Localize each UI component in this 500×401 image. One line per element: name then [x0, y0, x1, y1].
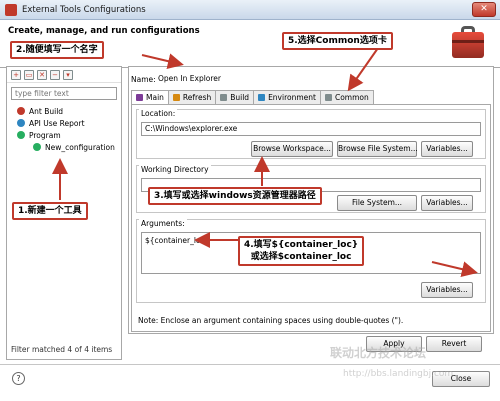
tab-build[interactable]: Build [215, 90, 255, 104]
list-toolbar: + ▭ ✕ − ▾ [7, 67, 121, 83]
toolbox-icon [452, 26, 484, 60]
common-icon [324, 94, 332, 101]
location-variables-button[interactable]: Variables... [421, 141, 473, 157]
tab-environment[interactable]: Environment [253, 90, 321, 104]
arguments-label: Arguments: [139, 219, 187, 228]
main-tab-icon [136, 94, 143, 101]
tab-common[interactable]: Common [319, 90, 374, 104]
name-input[interactable]: Open In Explorer [157, 73, 489, 85]
program-icon [17, 131, 25, 139]
working-directory-label: Working Directory [139, 165, 211, 174]
new-config-icon[interactable]: + [11, 69, 21, 80]
callout-step-4: 4.填写${container_loc} 或选择$container_loc [238, 236, 365, 266]
config-tree: Ant Build API Use Report Program New_con… [11, 105, 121, 153]
window-close-button[interactable]: ✕ [472, 2, 496, 17]
tab-main[interactable]: Main [131, 90, 169, 104]
arguments-note: Note: Enclose an argument containing spa… [138, 316, 404, 325]
environment-icon [258, 94, 266, 101]
arguments-variables-button[interactable]: Variables... [421, 282, 473, 298]
name-row: Name: Open In Explorer [131, 73, 491, 85]
tree-item-new-configuration[interactable]: New_configuration [11, 141, 121, 153]
location-input[interactable]: C:\Windows\explorer.exe [141, 122, 481, 136]
workdir-variables-button[interactable]: Variables... [421, 195, 473, 211]
build-icon [220, 94, 228, 101]
ant-icon [17, 107, 25, 115]
refresh-icon [172, 94, 180, 101]
callout-step-2: 2.随便填写一个名字 [10, 41, 104, 59]
collapse-all-icon[interactable]: − [50, 69, 60, 80]
callout-step-3: 3.填写或选择windows资源管理器路径 [148, 187, 322, 205]
tab-refresh[interactable]: Refresh [167, 90, 217, 104]
tree-item-api-use-report[interactable]: API Use Report [11, 117, 121, 129]
tree-item-program[interactable]: Program [11, 129, 121, 141]
program-icon [33, 143, 41, 151]
app-icon [5, 3, 17, 16]
report-icon [17, 119, 25, 127]
name-label: Name: [131, 74, 156, 84]
tab-bar: Main Refresh Build Environment Common [131, 90, 374, 104]
footer-divider [0, 364, 500, 365]
filter-status: Filter matched 4 of 4 items [11, 345, 113, 354]
window-title: External Tools Configurations [22, 4, 146, 15]
watermark-text: 联动北方技术论坛 [330, 346, 427, 360]
location-group: Location: C:\Windows\explorer.exe Browse… [136, 109, 486, 159]
delete-config-icon[interactable]: ✕ [37, 69, 47, 80]
location-label: Location: [139, 109, 178, 118]
browse-workspace-button[interactable]: Browse Workspace... [251, 141, 333, 157]
window-titlebar: External Tools Configurations ✕ [0, 0, 500, 20]
workdir-file-system-button[interactable]: File System... [337, 195, 417, 211]
filter-icon[interactable]: ▾ [63, 69, 73, 80]
browse-file-system-button[interactable]: Browse File System... [337, 141, 418, 157]
dialog-heading: Create, manage, and run configurations [8, 26, 200, 36]
callout-step-5: 5.选择Common选项卡 [282, 32, 393, 50]
main-tab-content: Location: C:\Windows\explorer.exe Browse… [131, 104, 491, 332]
help-icon[interactable]: ? [12, 372, 25, 385]
duplicate-config-icon[interactable]: ▭ [24, 69, 34, 80]
tree-item-ant-build[interactable]: Ant Build [11, 105, 121, 117]
callout-step-1: 1.新建一个工具 [12, 202, 88, 220]
filter-input[interactable] [11, 87, 117, 100]
revert-button[interactable]: Revert [426, 336, 482, 352]
watermark-url: http://bbs.landingbj.com [343, 369, 454, 379]
